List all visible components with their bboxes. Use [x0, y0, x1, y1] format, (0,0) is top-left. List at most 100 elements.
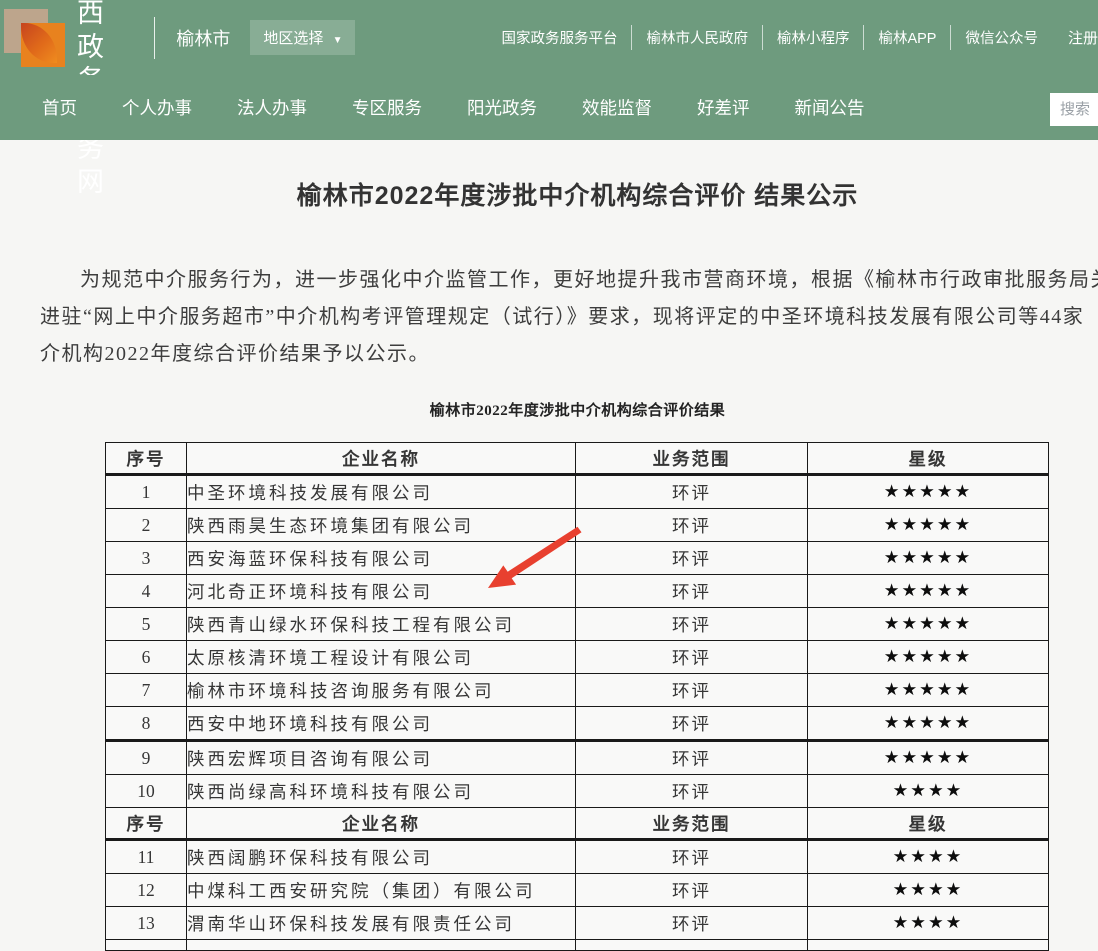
table-row: 8西安中地环境科技有限公司环评★★★★★: [106, 707, 1049, 741]
search-input[interactable]: [1050, 93, 1098, 126]
top-link[interactable]: 国家政务服务平台: [487, 25, 632, 50]
table-row: 5陕西青山绿水环保科技工程有限公司环评★★★★★: [106, 608, 1049, 641]
star-rating-cell: ★★★★: [808, 874, 1049, 907]
company-name-cell: 西安海蓝环保科技有限公司: [187, 542, 576, 575]
business-scope-cell: 环评: [576, 608, 808, 641]
row-number-cell: 4: [106, 575, 187, 608]
table-header-cell: 企业名称: [187, 443, 576, 475]
table-row: 7榆林市环境科技咨询服务有限公司环评★★★★★: [106, 674, 1049, 707]
star-rating-cell: ★★★★★: [808, 608, 1049, 641]
table-row: 11陕西阔鹏环保科技有限公司环评★★★★: [106, 840, 1049, 874]
company-name-cell: 河北奇正环境科技有限公司: [187, 575, 576, 608]
row-number-cell: 3: [106, 542, 187, 575]
table-cell-clipped: [808, 940, 1049, 951]
content-area: 榆林市2022年度涉批中介机构综合评价 结果公示 为规范中介服务行为，进一步强化…: [0, 176, 1098, 951]
table-row: 3西安海蓝环保科技有限公司环评★★★★★: [106, 542, 1049, 575]
star-rating-cell: ★★★★★: [808, 509, 1049, 542]
business-scope-cell: 环评: [576, 707, 808, 741]
business-scope-cell: 环评: [576, 874, 808, 907]
row-number-cell: 6: [106, 641, 187, 674]
table-row: 2陕西雨昊生态环境集团有限公司环评★★★★★: [106, 509, 1049, 542]
nav-item-1[interactable]: 首页: [42, 95, 77, 120]
company-name-cell: 陕西阔鹏环保科技有限公司: [187, 840, 576, 874]
page: { "brand": { "platform_label": "全国一体化在线政…: [0, 0, 1098, 947]
table-row: 10陕西尚绿高科环境科技有限公司环评★★★★: [106, 775, 1049, 808]
company-name-cell: 陕西青山绿水环保科技工程有限公司: [187, 608, 576, 641]
table-header-cell: 序号: [106, 443, 187, 475]
star-rating-cell: ★★★★★: [808, 641, 1049, 674]
table-cell-clipped: [576, 940, 808, 951]
region-selector-label: 地区选择: [263, 30, 323, 47]
table-row: 9陕西宏辉项目咨询有限公司环评★★★★★: [106, 741, 1049, 775]
table-row: 12中煤科工西安研究院（集团）有限公司环评★★★★: [106, 874, 1049, 907]
company-name-cell: 渭南华山环保科技发展有限责任公司: [187, 907, 576, 940]
row-number-cell: 9: [106, 741, 187, 775]
business-scope-cell: 环评: [576, 674, 808, 707]
paragraph-line: 为规范中介服务行为，进一步强化中介监管工作，更好地提升我市营商环境，根据《榆林市…: [40, 262, 1098, 299]
table-header-cell: 星级: [808, 443, 1049, 475]
table-cell-clipped: [106, 940, 187, 951]
register-link[interactable]: 注册: [1068, 27, 1098, 48]
nav-item-5[interactable]: 阳光政务: [467, 95, 537, 120]
table-header-cell: 星级: [808, 808, 1049, 840]
evaluation-table: 序号企业名称业务范围星级1中圣环境科技发展有限公司环评★★★★★2陕西雨昊生态环…: [105, 442, 1049, 951]
row-number-cell: 7: [106, 674, 187, 707]
table-header-cell: 业务范围: [576, 443, 808, 475]
nav-item-8[interactable]: 新闻公告: [795, 95, 865, 120]
site-logo[interactable]: [4, 9, 64, 67]
nav-item-7[interactable]: 好差评: [697, 95, 750, 120]
nav-item-6[interactable]: 效能监督: [582, 95, 652, 120]
nav-item-4[interactable]: 专区服务: [352, 95, 422, 120]
company-name-cell: 陕西宏辉项目咨询有限公司: [187, 741, 576, 775]
announcement-paragraph: 为规范中介服务行为，进一步强化中介监管工作，更好地提升我市营商环境，根据《榆林市…: [40, 262, 1098, 373]
row-number-cell: 11: [106, 840, 187, 874]
company-name-cell: 西安中地环境科技有限公司: [187, 707, 576, 741]
row-number-cell: 1: [106, 475, 187, 509]
star-rating-cell: ★★★★★: [808, 475, 1049, 509]
top-link[interactable]: 榆林市人民政府: [632, 25, 763, 50]
table-row: 13渭南华山环保科技发展有限责任公司环评★★★★: [106, 907, 1049, 940]
nav-item-2[interactable]: 个人办事: [122, 95, 192, 120]
company-name-cell: 太原核清环境工程设计有限公司: [187, 641, 576, 674]
main-nav: 首页 个人办事 法人办事 专区服务 阳光政务 效能监督 好差评 新闻公告: [0, 75, 1098, 140]
company-name-cell: 陕西尚绿高科环境科技有限公司: [187, 775, 576, 808]
star-rating-cell: ★★★★: [808, 907, 1049, 940]
top-link[interactable]: 榆林小程序: [763, 25, 865, 50]
top-links: 国家政务服务平台榆林市人民政府榆林小程序榆林APP微信公众号: [487, 25, 1052, 50]
table-row: 1中圣环境科技发展有限公司环评★★★★★: [106, 475, 1049, 509]
business-scope-cell: 环评: [576, 509, 808, 542]
table-row: 6太原核清环境工程设计有限公司环评★★★★★: [106, 641, 1049, 674]
paragraph-line: 进驻“网上中介服务超市”中介机构考评管理规定（试行）》要求，现将评定的中圣环境科…: [40, 299, 1098, 336]
caret-down-icon: ▼: [333, 35, 343, 46]
company-name-cell: 中煤科工西安研究院（集团）有限公司: [187, 874, 576, 907]
current-city-label[interactable]: 榆林市: [176, 25, 230, 51]
paragraph-line: 介机构2022年度综合评价结果予以公示。: [40, 336, 1098, 373]
top-link[interactable]: 榆林APP: [864, 25, 951, 50]
row-number-cell: 2: [106, 509, 187, 542]
company-name-cell: 中圣环境科技发展有限公司: [187, 475, 576, 509]
business-scope-cell: 环评: [576, 575, 808, 608]
star-rating-cell: ★★★★: [808, 775, 1049, 808]
business-scope-cell: 环评: [576, 641, 808, 674]
row-number-cell: 13: [106, 907, 187, 940]
nav-item-3[interactable]: 法人办事: [237, 95, 307, 120]
top-link[interactable]: 微信公众号: [951, 25, 1052, 50]
table-row-clipped: [106, 940, 1049, 951]
region-selector-button[interactable]: 地区选择 ▼: [250, 20, 355, 55]
company-name-cell: 榆林市环境科技咨询服务有限公司: [187, 674, 576, 707]
business-scope-cell: 环评: [576, 475, 808, 509]
table-header-cell: 序号: [106, 808, 187, 840]
row-number-cell: 10: [106, 775, 187, 808]
page-title: 榆林市2022年度涉批中介机构综合评价 结果公示: [0, 176, 1098, 212]
search-box[interactable]: [1050, 93, 1098, 126]
business-scope-cell: 环评: [576, 907, 808, 940]
site-header: 全国一体化在线政务服务平台 陕西政务服务网 榆林市 地区选择 ▼ 国家政务服务平…: [0, 0, 1098, 75]
evaluation-table-body: 序号企业名称业务范围星级1中圣环境科技发展有限公司环评★★★★★2陕西雨昊生态环…: [106, 443, 1049, 951]
business-scope-cell: 环评: [576, 840, 808, 874]
table-header-row: 序号企业名称业务范围星级: [106, 443, 1049, 475]
business-scope-cell: 环评: [576, 741, 808, 775]
table-header-cell: 业务范围: [576, 808, 808, 840]
star-rating-cell: ★★★★★: [808, 575, 1049, 608]
star-rating-cell: ★★★★★: [808, 542, 1049, 575]
star-rating-cell: ★★★★★: [808, 674, 1049, 707]
